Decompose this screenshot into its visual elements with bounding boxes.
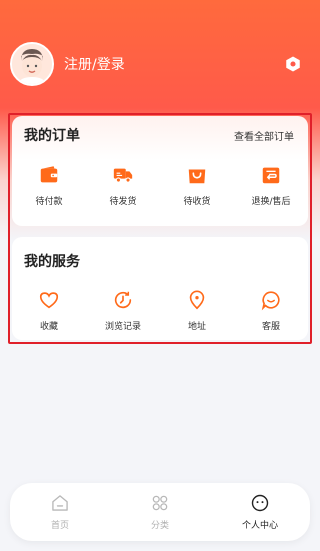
tab-label: 首页 xyxy=(50,521,69,531)
settings-button[interactable] xyxy=(283,54,303,74)
login-register-link[interactable]: 注册/登录 xyxy=(64,54,125,74)
tab-label: 个人中心 xyxy=(241,521,278,531)
category-icon xyxy=(152,495,168,511)
bottom-tab-bar: 首页 分类 个人中心 xyxy=(10,483,310,541)
tab-home[interactable]: 首页 xyxy=(10,493,110,531)
tab-category[interactable]: 分类 xyxy=(110,493,210,531)
highlight-frame xyxy=(8,113,312,344)
tab-label: 分类 xyxy=(150,521,169,531)
tab-profile[interactable]: 个人中心 xyxy=(210,493,310,531)
hexagon-settings-icon xyxy=(286,56,300,72)
profile-area[interactable]: 注册/登录 xyxy=(10,41,125,87)
avatar[interactable] xyxy=(10,42,54,86)
smiley-profile-icon xyxy=(251,494,269,512)
home-icon xyxy=(52,495,68,511)
user-avatar-icon xyxy=(12,44,52,84)
